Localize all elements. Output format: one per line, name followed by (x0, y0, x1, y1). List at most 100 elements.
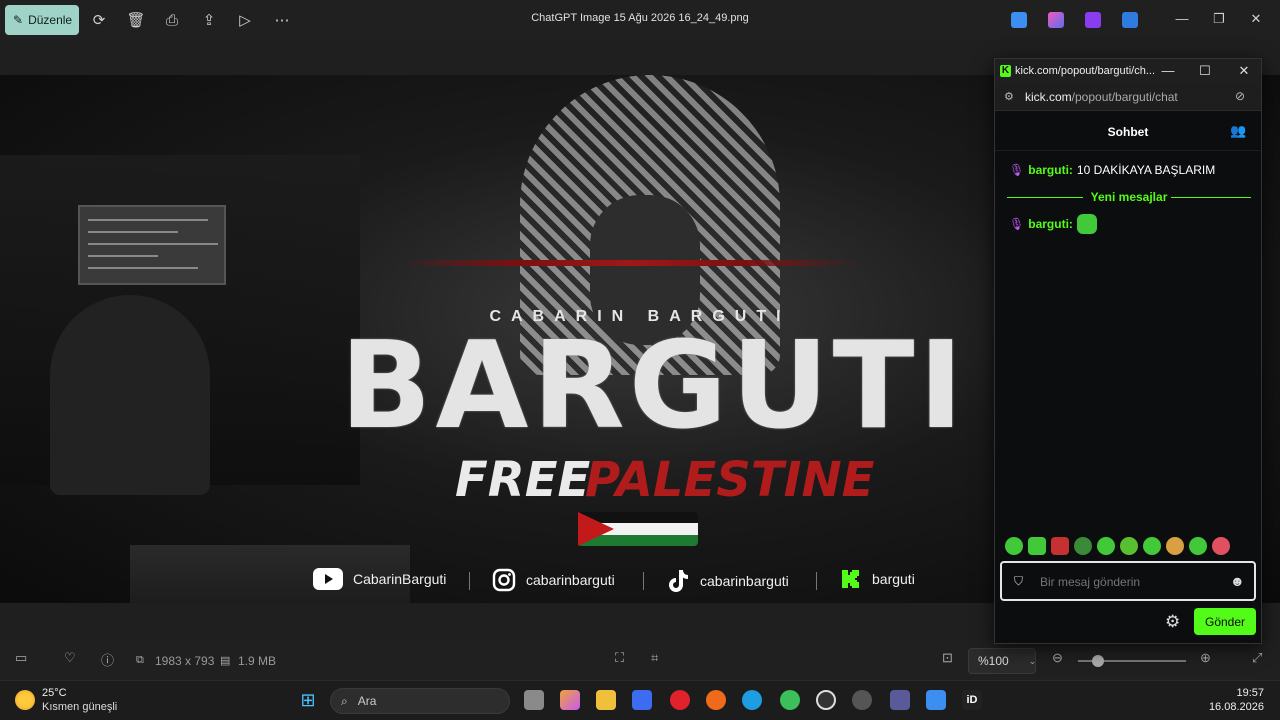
indesign-icon[interactable]: iD (962, 690, 982, 710)
url-host: kick.com (1025, 90, 1072, 104)
edit-button[interactable]: ✎ Düzenle (5, 5, 79, 35)
filmstrip-icon[interactable]: ▭ (15, 650, 27, 666)
chat-message: 🎙 barguti: 10 DAKİKAYA BAŞLARIM (1009, 163, 1215, 177)
zoom-in-icon[interactable]: ⊕ (1200, 650, 1211, 666)
eye-slash-icon[interactable]: ⊘ (1235, 89, 1245, 103)
site-settings-icon[interactable]: ⚙ (1004, 90, 1014, 103)
chat-input-box[interactable]: ⛉ ☻ (1000, 561, 1256, 601)
new-messages-divider: Yeni mesajlar (1007, 190, 1251, 204)
zoom-level-dropdown[interactable]: %100 ⌄ (968, 648, 1036, 674)
tiktok-handle: cabarinbarguti (700, 573, 789, 589)
palestine-flag-triangle (578, 512, 614, 546)
share-icon[interactable]: ⇪ (197, 9, 221, 31)
opera-icon[interactable] (670, 690, 690, 710)
task-view-icon[interactable] (524, 690, 544, 710)
chat-message: 🎙 barguti: (1009, 214, 1097, 234)
send-button[interactable]: Gönder (1194, 608, 1256, 635)
emote-icon[interactable] (1212, 537, 1230, 555)
microphone-icon: 🎙 (1009, 163, 1025, 177)
kick-icon (842, 570, 859, 588)
chat-username[interactable]: barguti: (1028, 217, 1073, 231)
chrome-icon[interactable] (780, 690, 800, 710)
file-size-icon: ▤ (220, 655, 231, 667)
app-icon-clipchamp[interactable] (1085, 12, 1101, 28)
fit-to-window-icon[interactable]: ⊡ (942, 650, 953, 666)
fullscreen-icon[interactable]: ⤢ (1252, 650, 1262, 666)
image-dimensions: 1983 x 793 (155, 654, 215, 668)
more-options-icon[interactable]: ⋯ (270, 9, 294, 31)
weather-temperature[interactable]: 25°C (42, 687, 67, 699)
weather-sun-icon[interactable] (15, 690, 35, 710)
start-menu-icon[interactable]: ⊞ (298, 690, 318, 710)
chat-url[interactable]: kick.com/popout/barguti/chat (1025, 90, 1178, 104)
photo-viewer-toolbar: ✎ Düzenle ⟳ 🗑 ⎙ ⇪ ▷ ⋯ ChatGPT Image 15 A… (0, 0, 1280, 40)
weather-description[interactable]: Kısmen güneşli (42, 701, 117, 713)
edit-image-icon: ✎ (13, 13, 24, 27)
file-explorer-icon[interactable] (596, 690, 616, 710)
banner-title: BARGUTI (340, 317, 968, 456)
chat-message-input[interactable] (1040, 575, 1195, 589)
users-icon[interactable]: 👥 (1230, 123, 1246, 139)
emote-icon[interactable] (1189, 537, 1207, 555)
social-divider (469, 572, 470, 590)
crop-icon[interactable]: ⛶ (615, 650, 624, 666)
emoji-picker-icon[interactable]: ☻ (1230, 573, 1245, 589)
banner-palestine-text: PALESTINE (585, 452, 875, 508)
firefox-icon[interactable] (706, 690, 726, 710)
edge-icon[interactable] (742, 690, 762, 710)
print-icon[interactable]: ⎙ (160, 9, 184, 31)
youtube-handle: CabarinBarguti (353, 571, 447, 587)
search-icon: ⌕ (341, 693, 348, 708)
shield-icon: ⛉ (1014, 574, 1024, 588)
copilot-icon[interactable] (560, 690, 580, 710)
app-icon-generic[interactable] (890, 690, 910, 710)
chat-settings-gear-icon[interactable]: ⚙ (1165, 612, 1180, 632)
clock-time[interactable]: 19:57 (1222, 687, 1264, 699)
visual-search-icon[interactable]: ⌗ (651, 650, 658, 666)
favorite-heart-icon[interactable]: ♡ (64, 650, 76, 666)
emote-icon[interactable] (1005, 537, 1023, 555)
zoom-out-icon[interactable]: ⊖ (1052, 650, 1063, 666)
app-icon-copilot[interactable] (1048, 12, 1064, 28)
minimize-button[interactable]: — (1167, 8, 1197, 30)
rotate-icon[interactable]: ⟳ (87, 9, 111, 31)
file-info-icon[interactable]: ⓘ (101, 650, 114, 669)
chatgpt-icon[interactable] (816, 690, 836, 710)
chat-minimize-button[interactable]: — (1155, 62, 1181, 80)
photos-icon[interactable] (926, 690, 946, 710)
chat-window-title: kick.com/popout/barguti/ch... (1015, 65, 1156, 77)
instagram-handle: cabarinbarguti (526, 572, 615, 588)
quick-emote-bar (1005, 537, 1255, 557)
file-name-title: ChatGPT Image 15 Ağu 2026 16_24_49.png (531, 12, 749, 24)
emote-icon[interactable] (1097, 537, 1115, 555)
maximize-button[interactable]: ❐ (1204, 8, 1234, 30)
app-icon-onedrive[interactable] (1122, 12, 1138, 28)
instagram-icon (492, 568, 516, 592)
emote-icon[interactable] (1051, 537, 1069, 555)
chat-address-bar[interactable]: ⚙ kick.com/popout/barguti/chat ⊘ (995, 83, 1261, 111)
app-icon-photos-editor[interactable] (1011, 12, 1027, 28)
emote-icon[interactable] (1028, 537, 1046, 555)
banner-free-text: FREE (455, 452, 591, 508)
emote-icon[interactable] (1143, 537, 1161, 555)
obs-icon[interactable] (852, 690, 872, 710)
emote-icon[interactable] (1120, 537, 1138, 555)
slideshow-icon[interactable]: ▷ (233, 9, 257, 31)
clock-date[interactable]: 16.08.2026 (1206, 701, 1264, 713)
microsoft-store-icon[interactable] (632, 690, 652, 710)
chat-header-title: Sohbet (1107, 125, 1149, 139)
taskbar-search-box[interactable]: ⌕ Ara (330, 688, 510, 714)
chat-maximize-button[interactable]: ☐ (1192, 62, 1218, 80)
url-path: /popout/barguti/chat (1071, 90, 1178, 104)
chat-close-button[interactable]: ✕ (1231, 62, 1257, 80)
emote-icon[interactable] (1166, 537, 1184, 555)
delete-icon[interactable]: 🗑 (124, 9, 148, 31)
dimensions-icon: ⧉ (136, 654, 144, 666)
microphone-icon: 🎙 (1009, 217, 1025, 231)
social-youtube: CabarinBarguti (313, 568, 446, 590)
close-button[interactable]: ✕ (1241, 8, 1271, 30)
emote-icon[interactable] (1074, 537, 1092, 555)
chat-username[interactable]: barguti: (1028, 163, 1073, 177)
zoom-level-value: %100 (978, 654, 1009, 668)
zoom-slider-thumb[interactable] (1092, 655, 1104, 667)
